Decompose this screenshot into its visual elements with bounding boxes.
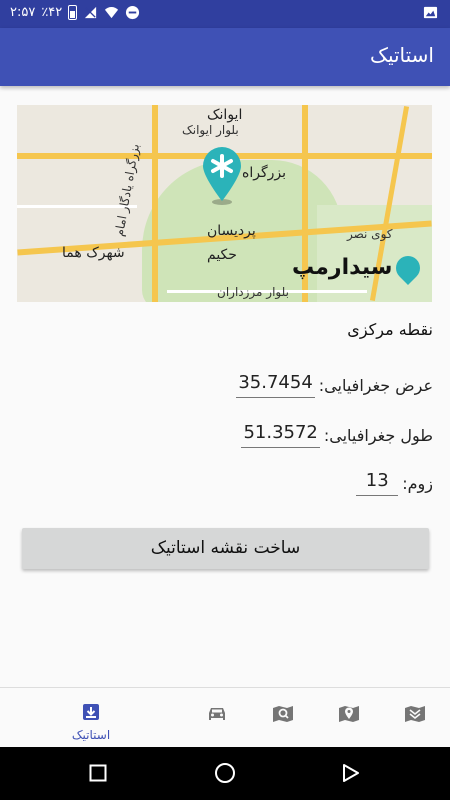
back-icon[interactable]: [342, 764, 360, 782]
bottom-navigation: استاتیک: [0, 687, 450, 747]
static-map-image: ایوانک بلوار ایوانک بزرگراه پردیسان حکیم…: [17, 105, 432, 302]
map-label: پردیسان: [207, 223, 256, 239]
map-label: بلوار مرزداران: [217, 285, 289, 299]
map-label: بزرگراه: [242, 165, 286, 181]
no-sim-icon: [85, 6, 97, 19]
map-layers-icon: [405, 706, 425, 722]
map-label: کوی نصر: [347, 227, 393, 241]
map-marker-icon: [203, 147, 241, 205]
longitude-label: طول جغرافیایی:: [323, 425, 433, 445]
zoom-label: زوم:: [402, 473, 433, 493]
static-map-icon: [83, 704, 99, 720]
zoom-input[interactable]: 13: [356, 470, 399, 496]
image-notification-icon: [423, 6, 438, 19]
map-road: [152, 105, 158, 302]
recents-icon[interactable]: [89, 764, 107, 782]
home-icon[interactable]: [214, 762, 236, 784]
center-point-title: نقطه مرکزی: [347, 320, 433, 339]
map-label: بلوار ایوانک: [182, 123, 239, 137]
search-map-icon: [273, 706, 293, 722]
map-label: حکیم: [207, 247, 237, 263]
latitude-label: عرض جغرافیایی:: [318, 375, 433, 395]
wifi-icon: [105, 7, 119, 19]
map-label: شهرک هما: [62, 245, 125, 261]
nav-item-car[interactable]: [186, 688, 248, 748]
build-static-map-button[interactable]: ساخت نقشه استاتیک: [22, 528, 429, 569]
dnd-icon: [126, 5, 140, 20]
app-bar: استاتیک: [0, 28, 450, 86]
longitude-input[interactable]: 51.3572: [241, 422, 320, 448]
nav-item-pin[interactable]: [318, 688, 380, 748]
latitude-input[interactable]: 35.7454: [236, 372, 315, 398]
zoom-row: زوم: 13: [356, 470, 433, 496]
longitude-row: طول جغرافیایی: 51.3572: [241, 422, 433, 448]
brand-icon: [391, 250, 426, 285]
battery-icon: [68, 5, 78, 20]
system-navigation-bar: [0, 747, 450, 800]
nav-label-static: استاتیک: [71, 728, 111, 742]
notification-icons: [423, 5, 438, 24]
status-bar: ۲:۵۷ ٪۴۲: [0, 0, 450, 28]
map-brand-logo: سیدارمپ: [292, 250, 426, 285]
latitude-row: عرض جغرافیایی: 35.7454: [236, 372, 433, 398]
map-label: ایوانک: [207, 107, 243, 123]
car-icon: [209, 708, 225, 720]
nav-item-search-map[interactable]: [252, 688, 314, 748]
brand-text: سیدارمپ: [292, 255, 393, 280]
nav-item-layers[interactable]: [384, 688, 446, 748]
map-pin-icon: [339, 706, 359, 722]
status-icons: ۲:۵۷ ٪۴۲: [10, 5, 140, 20]
battery-percent: ٪۴۲: [41, 5, 63, 20]
status-time: ۲:۵۷: [10, 5, 36, 20]
page-title: استاتیک: [370, 43, 434, 67]
nav-item-static[interactable]: استاتیک: [60, 688, 122, 748]
